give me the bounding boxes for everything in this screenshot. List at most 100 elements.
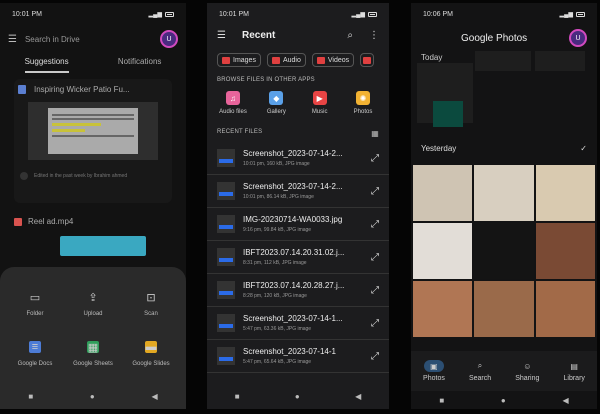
today-photo[interactable] bbox=[535, 51, 585, 71]
expand-icon[interactable]: ⤢ bbox=[371, 186, 379, 197]
upload-icon: ⇪ bbox=[88, 291, 98, 304]
photo-thumbnail[interactable] bbox=[413, 165, 473, 221]
reel-card[interactable]: Reel ad.mp4 bbox=[14, 217, 172, 226]
more-icon[interactable]: ⋮ bbox=[369, 30, 379, 41]
recents-icon[interactable]: ■ bbox=[235, 392, 240, 401]
status-icons: ▂▄▆ bbox=[149, 11, 174, 18]
list-item[interactable]: IBFT2023.07.14.20.31.02.j... 8:31 pm, 112… bbox=[207, 241, 389, 274]
upload-button[interactable]: ⇪ Upload bbox=[64, 279, 122, 329]
app-music[interactable]: ▶ Music bbox=[302, 91, 338, 115]
list-item[interactable]: Screenshot_2023-07-14-1 5:47 pm, 65.64 kB… bbox=[207, 340, 389, 373]
doc-icon bbox=[18, 85, 26, 94]
file-name: Screenshot_2023-07-14-1 bbox=[243, 347, 336, 356]
file-thumbnail bbox=[217, 314, 235, 332]
sheet-label: Folder bbox=[26, 311, 44, 317]
photo-thumbnail[interactable] bbox=[535, 165, 595, 221]
avatar[interactable]: U bbox=[160, 30, 178, 48]
status-bar: 10:01 PM ▂▄▆ bbox=[207, 3, 389, 25]
tab-sharing[interactable]: ☺ Sharing bbox=[515, 360, 539, 383]
tab-photos[interactable]: ▣ Photos bbox=[423, 360, 445, 382]
list-item[interactable]: Screenshot_2023-07-14-1... 5:47 pm, 63.36… bbox=[207, 307, 389, 340]
expand-icon[interactable]: ⤢ bbox=[371, 351, 379, 362]
file-details: 10:01 pm, 86.14 kB, JPG image bbox=[243, 194, 314, 200]
google-sheets-button[interactable]: ▦ Google Sheets bbox=[64, 329, 122, 379]
file-thumbnail bbox=[217, 347, 235, 365]
file-details: 8:28 pm, 120 kB, JPG image bbox=[243, 293, 307, 299]
list-item[interactable]: IMG-20230714-WA0033.jpg 9:16 pm, 99.84 kB… bbox=[207, 208, 389, 241]
photos-screen: 10:06 PM ▂▄▆ Google Photos U Today Yeste… bbox=[411, 3, 597, 409]
menu-icon[interactable]: ☰ bbox=[217, 30, 226, 41]
photo-thumbnail[interactable] bbox=[474, 165, 534, 221]
photo-thumbnail[interactable] bbox=[474, 223, 534, 279]
drive-tabs: Suggestions Notifications bbox=[0, 57, 186, 73]
back-icon[interactable]: ◀ bbox=[562, 396, 568, 405]
sheets-icon: ▦ bbox=[87, 341, 99, 354]
search-icon[interactable]: ⌕ bbox=[347, 30, 353, 41]
menu-icon[interactable]: ☰ bbox=[8, 34, 17, 45]
file-thumbnail bbox=[217, 248, 235, 266]
doc-title: Inspiring Wicker Patio Fu... bbox=[34, 85, 130, 94]
google-slides-button[interactable]: ▬ Google Slides bbox=[122, 329, 180, 379]
recents-icon[interactable]: ■ bbox=[28, 392, 33, 401]
home-icon[interactable]: ● bbox=[501, 396, 506, 405]
expand-icon[interactable]: ⤢ bbox=[371, 153, 379, 164]
today-section: Today bbox=[411, 51, 597, 131]
app-audio-files[interactable]: ♫ Audio files bbox=[215, 91, 251, 115]
file-name: Screenshot_2023-07-14-1... bbox=[243, 314, 343, 323]
list-item[interactable]: Screenshot_2023-07-14-2... 10:01 pm, 160 … bbox=[207, 142, 389, 175]
grid-view-icon[interactable]: ▦ bbox=[371, 129, 379, 138]
photo-thumbnail[interactable] bbox=[474, 281, 534, 337]
back-icon[interactable]: ◀ bbox=[355, 392, 361, 401]
expand-icon[interactable]: ⤢ bbox=[371, 285, 379, 296]
tab-notifications[interactable]: Notifications bbox=[118, 57, 162, 73]
file-name: IBFT2023.07.14.20.31.02.j... bbox=[243, 248, 345, 257]
list-item[interactable]: Screenshot_2023-07-14-2... 10:01 pm, 86.1… bbox=[207, 175, 389, 208]
app-shortcuts: ♫ Audio files ◆ Gallery ▶ Music ✺ Photos bbox=[207, 87, 389, 115]
tab-suggestions[interactable]: Suggestions bbox=[24, 57, 69, 73]
sheet-label: Scan bbox=[144, 311, 158, 317]
app-title: Google Photos bbox=[461, 32, 528, 44]
browse-header: BROWSE FILES IN OTHER APPS bbox=[207, 67, 389, 87]
home-icon[interactable]: ● bbox=[295, 392, 300, 401]
chip-audio[interactable]: Audio bbox=[266, 53, 306, 67]
today-photo[interactable] bbox=[475, 51, 531, 71]
photo-thumbnail[interactable] bbox=[535, 223, 595, 279]
drive-search-bar[interactable]: ☰ Search in Drive U bbox=[8, 27, 178, 51]
sheet-label: Upload bbox=[83, 311, 103, 317]
tab-library[interactable]: ▤ Library bbox=[564, 360, 585, 383]
photos-bottom-nav: ▣ Photos ⌕ Search ☺ Sharing ▤ Library bbox=[411, 351, 597, 391]
avatar[interactable]: U bbox=[569, 29, 587, 47]
photo-thumbnail[interactable] bbox=[413, 281, 473, 337]
scan-button[interactable]: ⊡ Scan bbox=[122, 279, 180, 329]
chip-videos[interactable]: Videos bbox=[311, 53, 355, 67]
today-photo[interactable] bbox=[417, 63, 473, 127]
expand-icon[interactable]: ⤢ bbox=[371, 318, 379, 329]
recents-icon[interactable]: ■ bbox=[439, 396, 444, 405]
photo-thumbnail[interactable] bbox=[413, 223, 473, 279]
chip-images[interactable]: Images bbox=[217, 53, 261, 67]
select-check-icon[interactable]: ✓ bbox=[580, 144, 587, 153]
list-item[interactable]: IBFT2023.07.14.20.28.27.j... 8:28 pm, 120… bbox=[207, 274, 389, 307]
tab-search[interactable]: ⌕ Search bbox=[469, 360, 491, 382]
app-photos[interactable]: ✺ Photos bbox=[345, 91, 381, 115]
home-icon[interactable]: ● bbox=[90, 392, 95, 401]
back-icon[interactable]: ◀ bbox=[151, 392, 157, 401]
new-folder-button[interactable]: ▭ Folder bbox=[6, 279, 64, 329]
file-details: 8:31 pm, 112 kB, JPG image bbox=[243, 260, 307, 266]
recent-header: RECENT FILES ▦ bbox=[207, 115, 389, 142]
expand-icon[interactable]: ⤢ bbox=[371, 219, 379, 230]
files-screen: 10:01 PM ▂▄▆ ☰ Recent ⌕ ⋮ Images Audio V… bbox=[207, 3, 389, 409]
photos-header: Google Photos U bbox=[411, 25, 597, 51]
google-docs-button[interactable]: ≡ Google Docs bbox=[6, 329, 64, 379]
app-label: Gallery bbox=[266, 109, 286, 115]
app-gallery[interactable]: ◆ Gallery bbox=[258, 91, 294, 115]
photo-thumbnail[interactable] bbox=[535, 281, 595, 337]
status-time: 10:01 PM bbox=[219, 10, 249, 18]
expand-icon[interactable]: ⤢ bbox=[371, 252, 379, 263]
search-input[interactable]: Search in Drive bbox=[25, 35, 152, 44]
file-name: IBFT2023.07.14.20.28.27.j... bbox=[243, 281, 345, 290]
system-nav: ■ ● ◀ bbox=[207, 383, 389, 409]
suggested-doc-card[interactable]: Inspiring Wicker Patio Fu... Edited in t… bbox=[14, 79, 172, 203]
chip-more[interactable] bbox=[360, 53, 375, 67]
file-thumbnail bbox=[217, 215, 235, 233]
